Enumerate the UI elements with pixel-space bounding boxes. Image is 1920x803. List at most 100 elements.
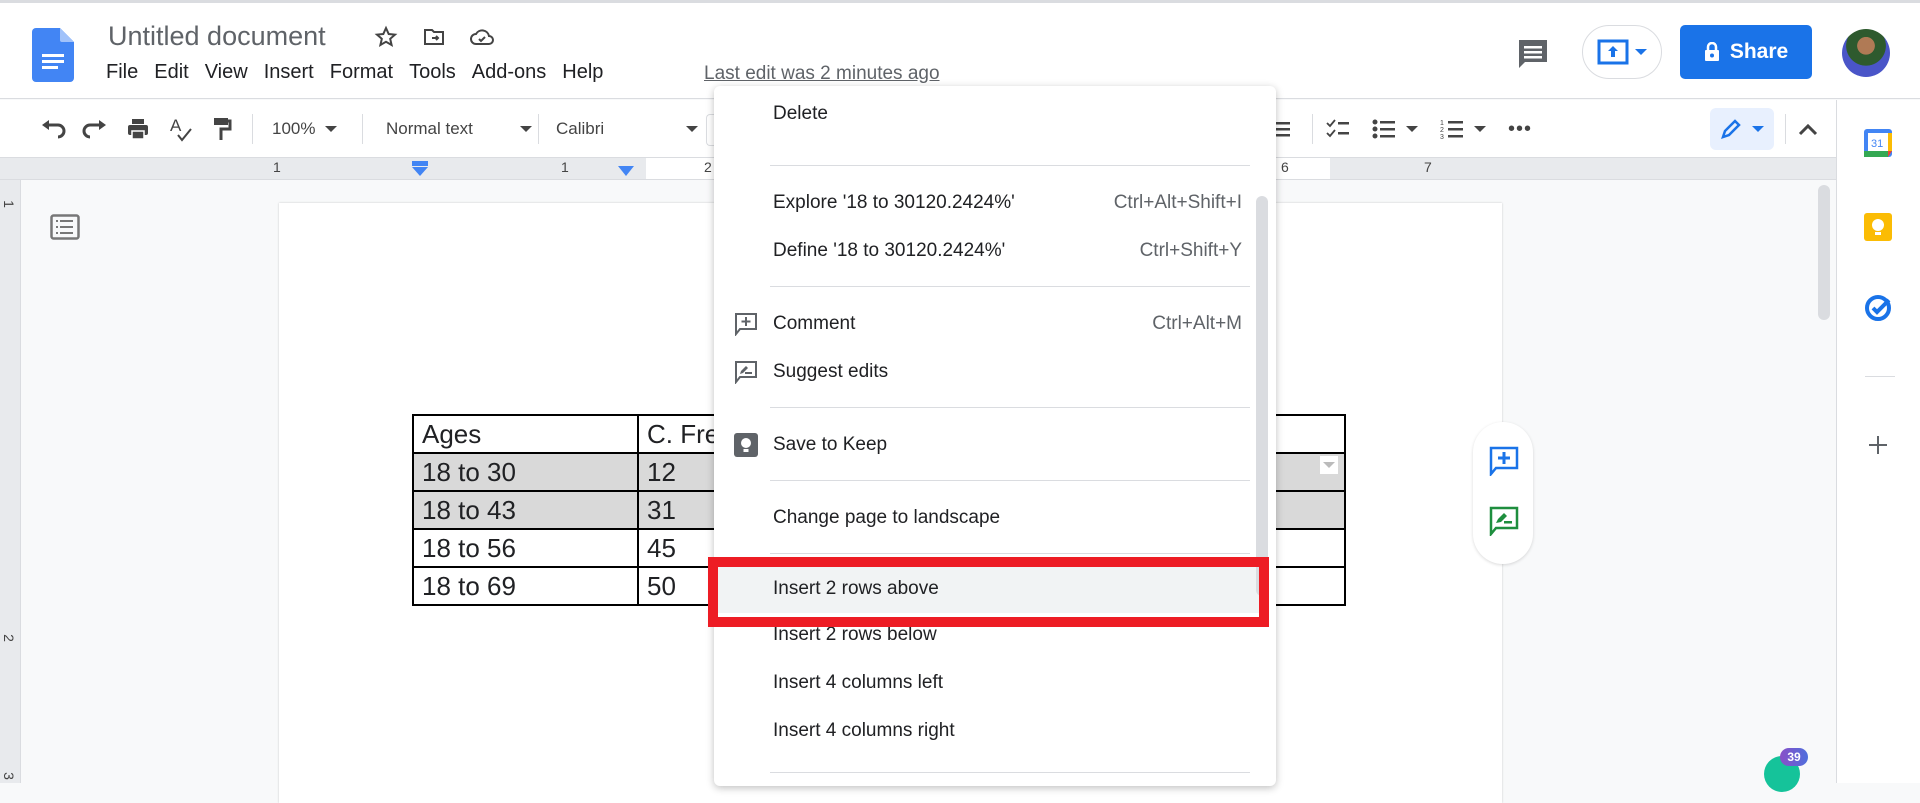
side-panel: 31 [1836, 100, 1920, 783]
style-value: Normal text [386, 119, 473, 138]
menu-item-explore[interactable]: Explore '18 to 30120.2424%' Ctrl+Alt+Shif… [714, 181, 1262, 225]
ruler-label: 2 [0, 634, 17, 642]
svg-text:31: 31 [1871, 138, 1883, 150]
menu-item-label: Delete [773, 103, 828, 124]
lock-icon [1704, 42, 1719, 61]
menu-item-label: Insert 4 columns right [773, 720, 955, 741]
ruler-label: 1 [0, 200, 17, 208]
calendar-icon[interactable]: 31 [1863, 128, 1893, 158]
menu-add-ons[interactable]: Add-ons [464, 61, 555, 84]
ruler-label: 3 [0, 772, 17, 780]
redo-icon[interactable] [82, 114, 108, 144]
cell-dropdown-icon[interactable] [1320, 456, 1338, 474]
editing-mode-button[interactable] [1710, 108, 1774, 150]
more-options-icon[interactable]: ••• [1508, 114, 1532, 144]
spellcheck-icon[interactable]: A [168, 114, 194, 144]
share-label: Share [1729, 40, 1789, 63]
add-comment-icon [733, 311, 759, 337]
chevron-down-icon[interactable] [1474, 126, 1486, 132]
menu-item-shortcut: Ctrl+Alt+M [1152, 313, 1242, 334]
zoom-select[interactable]: 100% [272, 114, 338, 144]
share-button[interactable]: Share [1680, 25, 1812, 79]
menu-insert[interactable]: Insert [256, 61, 322, 84]
zoom-value: 100% [272, 119, 316, 138]
paint-format-icon[interactable] [212, 114, 232, 144]
last-edit-link[interactable]: Last edit was 2 minutes ago [704, 63, 940, 85]
menu-item-label: Change page to landscape [773, 507, 1001, 528]
table-cell[interactable]: 18 to 30 [412, 452, 639, 492]
add-addon-icon[interactable] [1863, 430, 1893, 460]
font-value: Calibri [556, 119, 605, 138]
suggest-edits-icon [733, 359, 759, 385]
menu-file[interactable]: File [98, 61, 146, 84]
ruler-label: 2 [704, 159, 712, 175]
table-cell[interactable]: 18 to 56 [412, 528, 639, 568]
svg-text:3: 3 [1440, 134, 1444, 140]
present-button[interactable] [1582, 25, 1662, 79]
star-icon[interactable] [372, 23, 400, 51]
menu-item-insert-columns-right[interactable]: Insert 4 columns right [714, 709, 1262, 753]
right-indent-handle[interactable] [616, 166, 636, 178]
menu-item-label: Suggest edits [773, 361, 889, 382]
chevron-down-icon [1752, 126, 1764, 132]
menu-item-change-page-landscape[interactable]: Change page to landscape [714, 496, 1262, 540]
undo-icon[interactable] [40, 114, 66, 144]
ruler-label: 6 [1281, 159, 1289, 175]
menu-format[interactable]: Format [322, 61, 401, 84]
svg-text:2: 2 [1440, 127, 1444, 134]
present-icon [1597, 39, 1629, 65]
chevron-down-icon[interactable] [1406, 126, 1418, 132]
keep-icon [733, 432, 759, 458]
ruler-label: 1 [273, 159, 281, 175]
print-icon[interactable] [126, 114, 150, 144]
header: Untitled document File Edit View Insert … [0, 3, 1920, 99]
first-line-indent-handle[interactable] [410, 161, 430, 177]
tasks-icon[interactable] [1863, 292, 1893, 322]
menu-divider [770, 553, 1250, 554]
document-title[interactable]: Untitled document [108, 21, 326, 52]
move-to-folder-icon[interactable] [420, 23, 448, 51]
bulleted-list-icon[interactable] [1372, 114, 1418, 144]
cloud-saved-icon[interactable] [468, 23, 496, 51]
menu-item-save-to-keep[interactable]: Save to Keep [714, 423, 1262, 467]
menu-item-label: Define '18 to 30120.2424%' [773, 240, 1006, 261]
chevron-down-icon [1635, 49, 1647, 55]
menu-view[interactable]: View [197, 61, 256, 84]
vertical-ruler[interactable]: 1 2 3 [0, 180, 21, 783]
add-comment-icon[interactable] [1489, 446, 1519, 478]
checklist-icon[interactable] [1326, 114, 1350, 144]
menu-tools[interactable]: Tools [401, 61, 464, 84]
table-cell[interactable]: Ages [412, 414, 639, 454]
docs-logo-icon[interactable] [32, 28, 74, 82]
svg-text:1: 1 [1440, 120, 1444, 127]
font-select[interactable]: Calibri [556, 114, 698, 144]
grammarly-count-badge: 39 [1780, 748, 1808, 766]
menu-item-delete[interactable]: Delete [714, 92, 1262, 136]
menu-item-label: Insert 2 rows below [773, 624, 937, 645]
document-outline-icon[interactable] [50, 214, 80, 240]
account-avatar[interactable] [1842, 29, 1890, 77]
menu-item-insert-columns-left[interactable]: Insert 4 columns left [714, 661, 1262, 705]
menu-divider [770, 165, 1250, 166]
menu-item-shortcut: Ctrl+Alt+Shift+I [1113, 192, 1242, 213]
menu-edit[interactable]: Edit [146, 61, 196, 84]
suggest-edits-icon[interactable] [1489, 506, 1519, 538]
menu-item-suggest-edits[interactable]: Suggest edits [714, 350, 1262, 394]
style-select[interactable]: Normal text [386, 114, 532, 144]
collapse-toolbar-icon[interactable] [1798, 114, 1818, 144]
keep-icon[interactable] [1863, 212, 1893, 242]
table-cell[interactable]: 18 to 69 [412, 566, 639, 606]
menu-divider [770, 480, 1250, 481]
menu-item-comment[interactable]: Comment Ctrl+Alt+M [714, 302, 1262, 346]
menu-scrollbar[interactable] [1256, 196, 1268, 596]
comment-history-icon[interactable] [1516, 37, 1550, 71]
context-menu: Delete Explore '18 to 30120.2424%' Ctrl+A… [714, 86, 1276, 786]
table-cell[interactable]: 18 to 43 [412, 490, 639, 530]
menu-divider [770, 772, 1250, 773]
menu-help[interactable]: Help [554, 61, 611, 84]
vertical-scrollbar[interactable] [1818, 185, 1830, 320]
numbered-list-icon[interactable]: 123 [1440, 114, 1486, 144]
chevron-down-icon [520, 126, 532, 132]
menu-item-define[interactable]: Define '18 to 30120.2424%' Ctrl+Shift+Y [714, 229, 1262, 273]
menu-item-shortcut: Ctrl+Shift+Y [1139, 240, 1242, 261]
